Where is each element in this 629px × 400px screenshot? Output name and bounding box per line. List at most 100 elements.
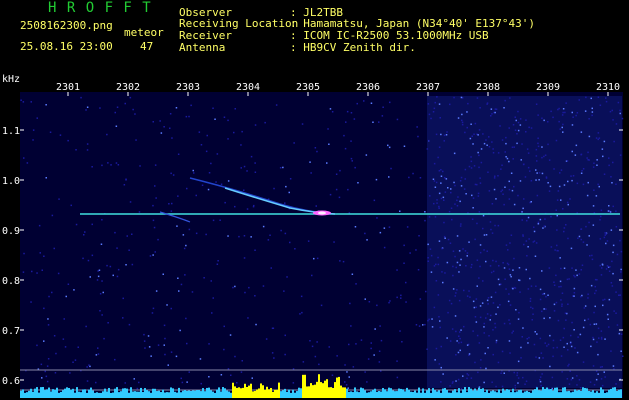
level-bar-segment <box>404 391 406 398</box>
echo-core <box>318 211 326 215</box>
noise-speck <box>483 326 485 328</box>
noise-speck <box>558 120 560 123</box>
noise-speck <box>177 153 180 155</box>
noise-speck <box>488 146 491 148</box>
level-bar-segment <box>460 392 462 398</box>
noise-speck <box>586 157 588 159</box>
noise-speck <box>560 299 562 301</box>
noise-speck <box>612 365 615 367</box>
noise-speck <box>439 326 441 329</box>
level-bar-segment <box>470 388 472 398</box>
noise-speck <box>508 127 510 129</box>
noise-speck <box>243 189 245 191</box>
noise-speck <box>460 329 462 331</box>
noise-speck <box>615 183 617 185</box>
noise-speck <box>502 262 504 264</box>
noise-speck <box>553 303 556 306</box>
noise-speck <box>292 382 295 384</box>
noise-speck <box>64 346 67 348</box>
noise-speck <box>535 169 537 171</box>
level-bar-segment <box>214 392 216 398</box>
level-bar-segment <box>490 391 492 398</box>
noise-speck <box>503 107 505 109</box>
noise-speck <box>30 101 32 103</box>
level-bar-segment <box>474 388 476 398</box>
noise-speck <box>549 365 551 368</box>
noise-speck <box>346 371 348 373</box>
noise-speck <box>210 280 212 282</box>
noise-speck <box>501 189 504 191</box>
noise-speck <box>575 144 578 147</box>
noise-speck <box>558 286 560 288</box>
noise-speck <box>471 263 473 266</box>
noise-speck <box>438 192 441 195</box>
level-bar-segment <box>186 390 188 398</box>
noise-speck <box>588 118 590 120</box>
noise-speck <box>539 376 542 378</box>
noise-speck <box>546 345 548 347</box>
noise-speck <box>125 264 127 266</box>
noise-speck <box>109 265 112 268</box>
level-bar-segment <box>602 389 604 398</box>
level-bar-segment <box>520 389 522 398</box>
level-bar-segment <box>210 390 212 398</box>
noise-speck <box>86 149 89 151</box>
noise-speck <box>448 299 451 302</box>
noise-speck <box>494 326 497 329</box>
noise-speck <box>548 267 551 269</box>
noise-speck <box>470 160 473 163</box>
noise-speck <box>452 274 454 277</box>
noise-speck <box>388 226 391 228</box>
noise-speck <box>515 309 517 311</box>
level-bar-segment <box>548 389 550 398</box>
noise-speck <box>380 339 383 342</box>
noise-speck <box>474 183 477 186</box>
noise-speck <box>387 144 389 147</box>
noise-speck <box>519 291 521 293</box>
level-bar-segment <box>354 387 356 398</box>
noise-speck <box>562 123 564 126</box>
noise-speck <box>472 143 474 145</box>
noise-speck <box>602 155 604 158</box>
noise-speck <box>208 343 210 345</box>
noise-speck <box>405 281 407 284</box>
noise-speck <box>20 99 22 101</box>
noise-speck <box>350 140 352 142</box>
noise-speck <box>611 109 613 112</box>
level-bar-segment <box>262 385 264 398</box>
level-bar-segment <box>344 387 346 398</box>
noise-speck <box>22 101 25 103</box>
noise-speck <box>63 318 65 320</box>
noise-speck <box>584 305 587 307</box>
noise-speck <box>605 100 608 103</box>
noise-speck <box>476 334 479 337</box>
noise-speck <box>40 363 43 366</box>
noise-speck <box>610 350 612 352</box>
noise-speck <box>216 153 219 155</box>
noise-speck <box>254 124 257 126</box>
noise-speck <box>537 221 540 224</box>
level-bar-segment <box>376 391 378 398</box>
level-bar-segment <box>166 392 168 398</box>
noise-speck <box>516 372 519 374</box>
noise-speck <box>262 225 265 228</box>
level-bar-segment <box>500 392 502 398</box>
noise-speck <box>316 341 318 343</box>
level-bar-segment <box>514 392 516 398</box>
noise-speck <box>95 381 97 384</box>
noise-speck <box>597 373 599 375</box>
noise-speck <box>499 304 501 306</box>
noise-speck <box>487 347 489 349</box>
noise-speck <box>364 298 366 300</box>
noise-speck <box>603 236 606 239</box>
noise-speck <box>418 235 420 237</box>
noise-speck <box>403 244 405 247</box>
noise-speck <box>510 275 512 278</box>
level-bar-segment <box>46 389 48 398</box>
noise-speck <box>564 312 567 314</box>
noise-speck <box>36 272 38 274</box>
noise-speck <box>587 159 589 161</box>
level-bar-segment <box>318 374 320 398</box>
noise-speck <box>23 252 25 255</box>
noise-speck <box>552 347 555 349</box>
